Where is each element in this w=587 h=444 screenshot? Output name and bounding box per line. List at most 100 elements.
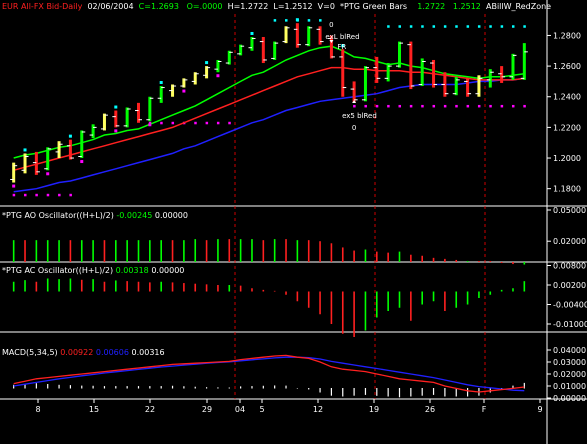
macd-axis-label: 0.00000 <box>553 394 586 403</box>
magenta-zone-dot <box>46 193 50 197</box>
low-marker <box>182 89 186 93</box>
cyan-zone-dot <box>285 19 288 22</box>
magenta-zone-dot <box>523 104 526 108</box>
high-marker <box>250 31 254 35</box>
macd-line <box>13 354 525 393</box>
x-axis-label: 12 <box>313 405 323 414</box>
x-axis-label: 26 <box>425 405 435 414</box>
low-marker <box>46 172 50 176</box>
price-bar <box>398 41 401 68</box>
macd-axis-label: 0.04000 <box>553 346 586 355</box>
magenta-zone-dot <box>500 104 504 108</box>
ac-axis-label: 0.00200 <box>553 281 586 290</box>
magenta-zone-dot <box>171 121 175 125</box>
price-bar <box>68 139 72 160</box>
x-axis-label: 5 <box>259 405 264 414</box>
annotation-zero-top: 0 <box>329 21 333 29</box>
high-marker <box>159 81 163 85</box>
price-bar <box>159 86 163 103</box>
cyan-zone-dot <box>443 25 447 28</box>
high-marker <box>23 148 27 152</box>
annotation-exl: exL blRed <box>325 33 359 41</box>
low-marker <box>12 184 16 188</box>
low-marker <box>114 129 118 133</box>
magenta-zone-dot <box>160 121 163 125</box>
x-axis-label: 19 <box>369 405 379 414</box>
x-axis-label: 8 <box>35 405 40 414</box>
price-bar <box>273 41 277 60</box>
macd-axis-label: 0.01000 <box>553 382 586 391</box>
cyan-zone-dot <box>307 19 311 22</box>
price-bar <box>125 107 129 128</box>
magenta-zone-dot <box>398 104 401 108</box>
x-axis-label: 22 <box>145 405 155 414</box>
cyan-zone-dot <box>432 25 436 28</box>
price-bar <box>114 110 118 128</box>
price-bar <box>420 58 424 87</box>
macd-axis-label: 0.03000 <box>553 358 586 367</box>
price-axis-label: 1.1800 <box>553 185 581 194</box>
price-bar <box>341 49 345 97</box>
magenta-zone-dot <box>228 121 231 125</box>
green-moving-average <box>13 45 525 159</box>
low-marker <box>148 123 152 127</box>
high-marker <box>114 105 118 109</box>
cyan-zone-dot <box>319 19 322 22</box>
magenta-zone-dot <box>432 104 436 108</box>
price-axis-label: 1.2800 <box>553 31 581 40</box>
cyan-zone-dot <box>477 25 481 28</box>
magenta-zone-dot <box>409 104 413 108</box>
magenta-zone-dot <box>35 193 38 197</box>
high-marker <box>205 61 209 65</box>
price-bar <box>295 23 299 48</box>
magenta-zone-dot <box>477 104 481 108</box>
macd-axis-label: 0.02000 <box>553 370 586 379</box>
magenta-zone-dot <box>375 104 379 108</box>
macd-signal-line <box>13 356 525 392</box>
price-axis-label: 1.2000 <box>553 154 581 163</box>
magenta-zone-dot <box>24 193 27 197</box>
price-bar <box>500 66 504 83</box>
cyan-zone-dot <box>455 25 458 28</box>
price-axis-label: 1.2200 <box>553 123 581 132</box>
price-bar <box>511 53 515 80</box>
magenta-zone-dot <box>58 193 61 197</box>
magenta-zone-dot <box>194 121 197 125</box>
price-bar <box>227 50 231 65</box>
x-axis-label: 15 <box>89 405 99 414</box>
low-marker <box>80 160 84 164</box>
price-bar <box>522 43 526 80</box>
price-bar <box>148 96 152 122</box>
price-bar <box>102 113 106 131</box>
cyan-zone-dot <box>489 25 492 28</box>
cyan-zone-dot <box>273 19 277 22</box>
magenta-zone-dot <box>353 104 356 108</box>
annotation-fr: FR <box>337 43 346 51</box>
magenta-zone-dot <box>421 104 424 108</box>
magenta-zone-dot <box>489 104 492 108</box>
magenta-zone-dot <box>12 193 16 197</box>
x-axis-label: 29 <box>202 405 212 414</box>
price-axis-label: 1.2400 <box>553 93 581 102</box>
ac-axis-label: 0.00800 <box>553 262 586 271</box>
magenta-zone-dot <box>443 104 447 108</box>
price-bar <box>80 130 84 159</box>
annotation-exs: ex5 blRed <box>342 112 377 120</box>
magenta-zone-dot <box>466 104 470 108</box>
magenta-zone-dot <box>205 121 209 125</box>
magenta-zone-dot <box>455 104 458 108</box>
high-marker <box>68 134 72 138</box>
price-bar <box>250 36 254 51</box>
high-marker <box>295 18 299 22</box>
ao-axis-label: 0.02000 <box>553 237 586 246</box>
magenta-zone-dot <box>364 104 367 108</box>
price-bar <box>363 66 367 102</box>
annotation-zero-bottom: 0 <box>352 124 356 132</box>
price-bar <box>261 36 265 64</box>
price-bar <box>57 141 61 159</box>
trading-chart[interactable]: 1.2800 1.2600 1.2400 1.2200 1.2000 1.1800 0 exL… <box>0 0 587 444</box>
cyan-zone-dot <box>523 25 526 28</box>
price-bar <box>91 124 95 139</box>
cyan-zone-dot <box>387 25 390 28</box>
price-bar <box>307 26 311 47</box>
